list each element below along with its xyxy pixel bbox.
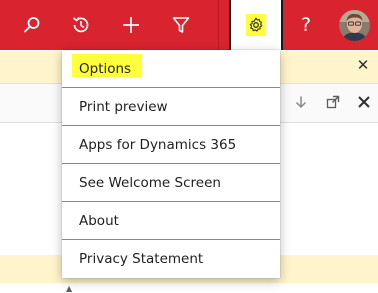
add-icon [123,17,139,33]
menu-item-privacy-statement[interactable]: Privacy Statement [62,240,280,278]
menu-item-label: Print preview [79,99,168,115]
menu-item-label: Privacy Statement [79,251,204,267]
filter-icon [172,17,190,33]
recent-icon [72,16,89,33]
menu-item-label: Apps for Dynamics 365 [79,137,237,153]
filter-button[interactable] [157,0,205,50]
menu-item-label: See Welcome Screen [79,175,221,191]
search-icon [24,17,40,33]
expand-icon[interactable] [326,95,340,109]
menu-item-apps-for-dynamics[interactable]: Apps for Dynamics 365 [62,126,280,164]
help-icon[interactable]: ? [291,0,321,50]
menu-item-print-preview[interactable]: Print preview [62,88,280,126]
new-button[interactable] [107,0,155,50]
settings-icon [249,17,263,32]
menu-item-label: Options [79,61,132,77]
menu-item-options[interactable]: Options [62,50,280,88]
settings-menu: Options Print preview Apps for Dynamics … [62,50,280,278]
menu-item-label: About [79,213,119,229]
close-icon[interactable] [357,95,371,109]
settings-button[interactable] [229,0,283,50]
recent-button[interactable] [57,0,105,50]
scroll-up-icon[interactable]: ▲ [66,284,74,293]
menu-item-about[interactable]: About [62,202,280,240]
avatar[interactable] [339,10,370,41]
menu-item-welcome-screen[interactable]: See Welcome Screen [62,164,280,202]
arrow-down-icon[interactable] [294,95,308,109]
toolbar-separator [218,0,219,50]
close-icon[interactable]: ✕ [356,58,370,73]
search-button[interactable] [8,0,56,50]
top-navigation-bar: ? [0,0,378,50]
